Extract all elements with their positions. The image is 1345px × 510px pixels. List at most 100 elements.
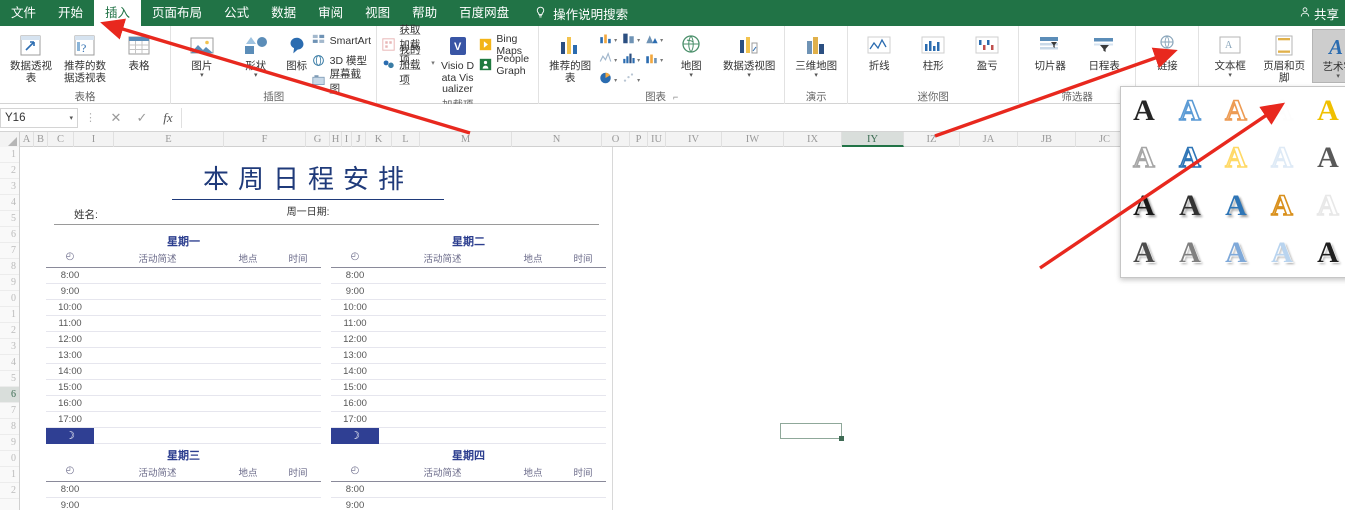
column-header-iz-21[interactable]: IZ xyxy=(904,132,960,147)
schedule-slot[interactable]: 15:00 xyxy=(46,380,321,396)
timeline-button[interactable]: 日程表 xyxy=(1078,29,1130,75)
wordart-style-7[interactable]: A xyxy=(1224,142,1247,174)
column-header-iv-17[interactable]: IV xyxy=(666,132,722,147)
schedule-slot[interactable]: 14:00 xyxy=(331,364,606,380)
screenshot-button[interactable]: 屏幕截图 xyxy=(312,68,372,95)
wordart-style-13[interactable]: A xyxy=(1270,189,1293,221)
row-header-5[interactable]: 6 xyxy=(0,227,19,243)
schedule-slot[interactable]: 17:00 xyxy=(46,412,321,428)
chevron-down-icon[interactable]: ▾ xyxy=(614,77,617,84)
column-chart-button[interactable]: ▾ xyxy=(598,31,617,50)
sparkline-line-button[interactable]: 折线 xyxy=(853,29,905,75)
row-header-14[interactable]: 5 xyxy=(0,371,19,387)
tell-me-search[interactable]: 操作说明搜索 xyxy=(534,0,628,26)
column-header-ix-19[interactable]: IX xyxy=(784,132,842,147)
name-box[interactable]: Y16 ▾ xyxy=(0,107,78,128)
wordart-style-12[interactable]: A xyxy=(1225,190,1247,221)
wordart-style-4[interactable]: A xyxy=(1317,95,1339,126)
cancel-x-icon[interactable]: ✕ xyxy=(103,110,129,126)
chevron-down-icon[interactable]: ▾ xyxy=(747,72,751,79)
column-header-iy-20[interactable]: IY xyxy=(842,132,904,147)
icons-button[interactable]: 图标 xyxy=(284,29,310,75)
row-header-0[interactable]: 1 xyxy=(0,147,19,163)
column-header-k-10[interactable]: K xyxy=(366,132,392,147)
chevron-down-icon[interactable]: ▾ xyxy=(637,77,640,84)
chevron-down-icon[interactable]: ▾ xyxy=(637,37,640,44)
row-header-13[interactable]: 4 xyxy=(0,355,19,371)
schedule-slot[interactable]: 16:00 xyxy=(331,396,606,412)
wordart-style-15[interactable]: A xyxy=(1133,238,1155,268)
row-header-16[interactable]: 7 xyxy=(0,403,19,419)
wordart-style-1[interactable]: A xyxy=(1178,94,1201,126)
chevron-down-icon[interactable]: ▾ xyxy=(660,57,663,64)
schedule-slot[interactable]: 8:00 xyxy=(46,268,321,284)
wordart-style-9[interactable]: A xyxy=(1317,143,1339,173)
tab-page-layout[interactable]: 页面布局 xyxy=(141,0,213,26)
column-header-c-2[interactable]: C xyxy=(48,132,74,147)
schedule-slot[interactable]: 8:00 xyxy=(46,482,321,498)
wordart-style-gallery[interactable]: AAAAAAAAAAAAAAAAAAAA xyxy=(1120,86,1345,278)
schedule-slot[interactable]: 9:00 xyxy=(46,498,321,510)
schedule-slot[interactable]: 8:00 xyxy=(331,268,606,284)
schedule-slot[interactable]: 14:00 xyxy=(46,364,321,380)
column-header-l-11[interactable]: L xyxy=(392,132,420,147)
column-header-b-1[interactable]: B xyxy=(34,132,48,147)
column-header-g-6[interactable]: G xyxy=(306,132,330,147)
schedule-slot[interactable]: 11:00 xyxy=(46,316,321,332)
select-all-corner[interactable] xyxy=(0,132,20,147)
schedule-slot[interactable]: 17:00 xyxy=(331,412,606,428)
schedule-slot[interactable]: 12:00 xyxy=(46,332,321,348)
header-footer-button[interactable]: 页眉和页脚 xyxy=(1258,29,1310,86)
row-header-10[interactable]: 1 xyxy=(0,307,19,323)
chevron-down-icon[interactable]: ▾ xyxy=(614,37,617,44)
recommended-pivot-button[interactable]: ? 推荐的数据透视表 xyxy=(59,29,111,86)
hierarchy-chart-button[interactable]: ▾ xyxy=(644,31,663,50)
wordart-style-10[interactable]: A xyxy=(1133,190,1155,221)
row-header-2[interactable]: 3 xyxy=(0,179,19,195)
row-header-1[interactable]: 2 xyxy=(0,163,19,179)
wordart-style-17[interactable]: A xyxy=(1225,238,1247,268)
wordart-button[interactable]: A 艺术字 ▾ xyxy=(1312,29,1345,83)
chevron-down-icon[interactable]: ▾ xyxy=(1336,73,1340,80)
schedule-slot[interactable]: 10:00 xyxy=(331,300,606,316)
schedule-slot-night[interactable]: ☽ xyxy=(46,427,321,444)
wordart-style-6[interactable]: A xyxy=(1178,142,1201,174)
schedule-slot[interactable]: 15:00 xyxy=(331,380,606,396)
share-button[interactable]: 共享 xyxy=(1299,4,1339,23)
chevron-down-icon[interactable]: ▾ xyxy=(614,57,617,64)
wordart-style-5[interactable]: A xyxy=(1132,142,1155,174)
schedule-slot[interactable]: 9:00 xyxy=(331,498,606,510)
chevron-down-icon[interactable]: ▾ xyxy=(689,72,693,79)
tab-baidu-netdisk[interactable]: 百度网盘 xyxy=(448,0,520,26)
chevron-down-icon[interactable]: ▾ xyxy=(814,72,818,79)
tab-file[interactable]: 文件 xyxy=(0,0,47,26)
column-header-e-4[interactable]: E xyxy=(114,132,224,147)
schedule-slot[interactable]: 9:00 xyxy=(331,284,606,300)
tab-insert[interactable]: 插入 xyxy=(94,0,142,26)
dialog-launcher-icon[interactable]: ⌐ xyxy=(673,92,678,102)
tab-data[interactable]: 数据 xyxy=(260,0,307,26)
chevron-down-icon[interactable]: ▾ xyxy=(69,114,73,122)
chevron-down-icon[interactable]: ▾ xyxy=(660,37,663,44)
column-header-h-7[interactable]: H xyxy=(330,132,342,147)
statistic-chart-button[interactable]: ▾ xyxy=(598,51,617,70)
bar-chart-button[interactable]: ▾ xyxy=(621,31,640,50)
column-header-m-12[interactable]: M xyxy=(420,132,512,147)
tab-review[interactable]: 审阅 xyxy=(307,0,354,26)
people-graph-button[interactable]: People Graph xyxy=(479,53,533,77)
wordart-style-0[interactable]: A xyxy=(1133,95,1155,126)
schedule-slot[interactable]: 16:00 xyxy=(46,396,321,412)
row-header-17[interactable]: 8 xyxy=(0,419,19,435)
column-header-n-13[interactable]: N xyxy=(512,132,602,147)
schedule-slot[interactable]: 9:00 xyxy=(46,284,321,300)
schedule-slot[interactable]: 13:00 xyxy=(46,348,321,364)
sparkline-column-button[interactable]: 柱形 xyxy=(907,29,959,75)
wordart-style-3[interactable]: A xyxy=(1270,94,1293,126)
chevron-down-icon[interactable]: ▾ xyxy=(254,72,258,79)
schedule-slot[interactable]: 11:00 xyxy=(331,316,606,332)
column-header-o-14[interactable]: O xyxy=(602,132,630,147)
row-header-20[interactable]: 1 xyxy=(0,467,19,483)
tab-formulas[interactable]: 公式 xyxy=(213,0,260,26)
wordart-style-18[interactable]: A xyxy=(1271,238,1293,268)
link-button[interactable]: 链接 xyxy=(1141,29,1193,75)
